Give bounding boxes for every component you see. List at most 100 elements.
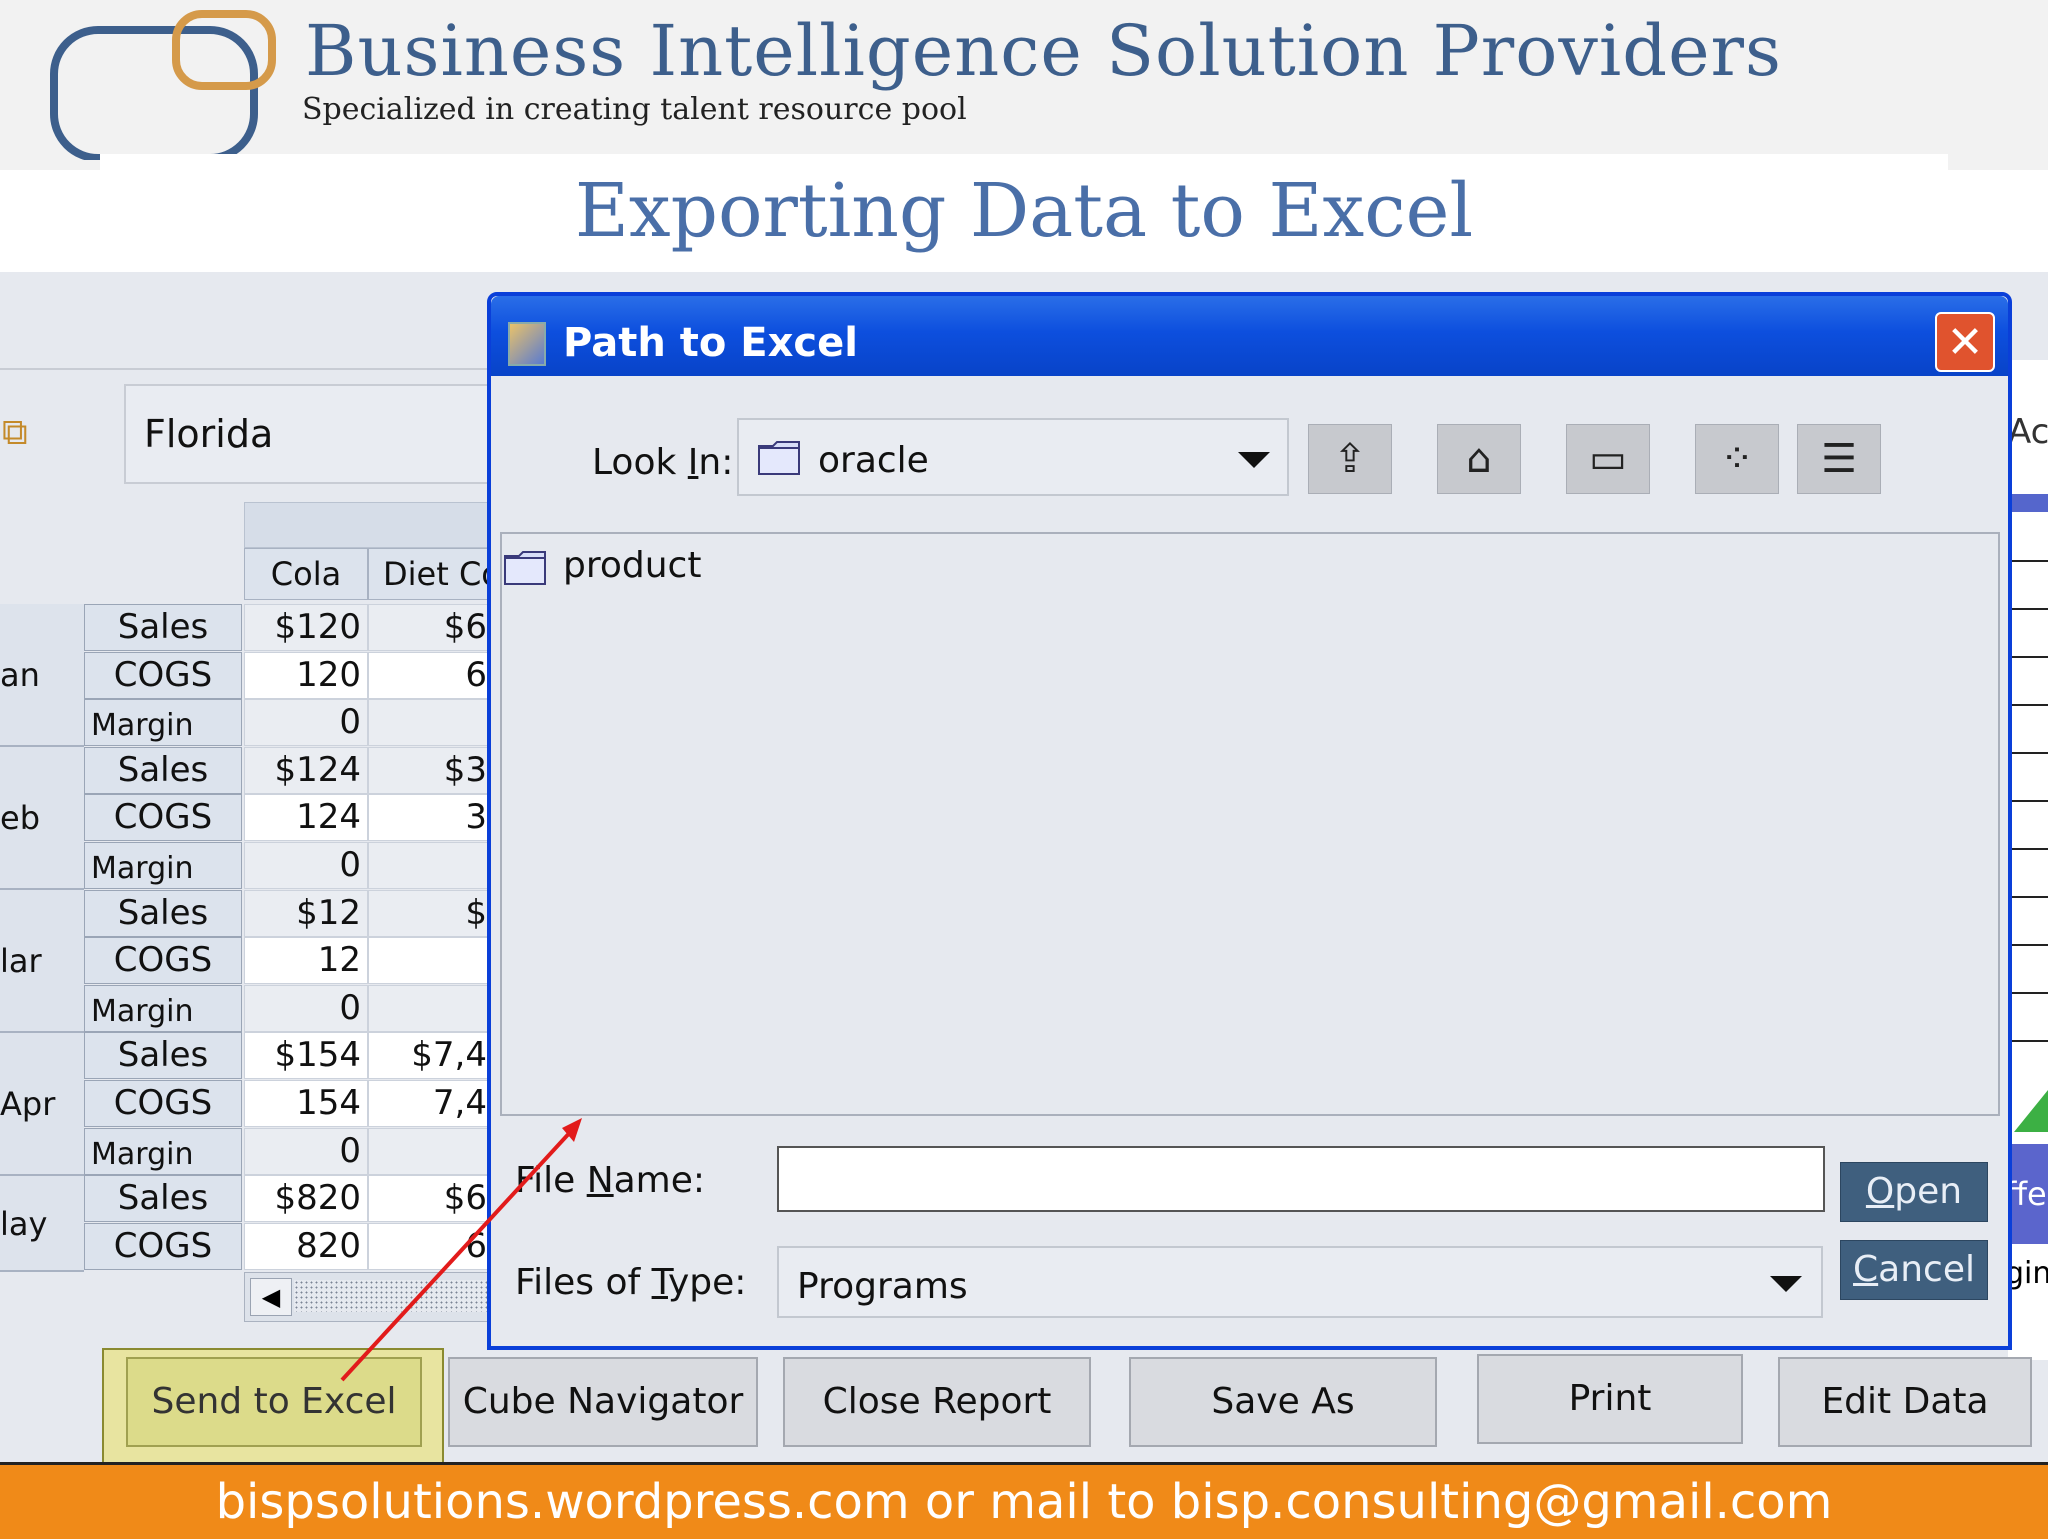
- cell-cola[interactable]: 12: [244, 937, 368, 984]
- cancel-mnemonic: C: [1853, 1249, 1879, 1290]
- adjacent-label-top: Ac: [2008, 412, 2048, 452]
- column-header-cola[interactable]: Cola: [244, 548, 368, 600]
- cell-cola[interactable]: 120: [244, 652, 368, 699]
- look-in-mnemonic: I: [687, 442, 699, 483]
- look-in-label-post: n:: [698, 442, 734, 483]
- files-of-type-label-post: ype:: [667, 1262, 747, 1303]
- measure-label[interactable]: Margin: [84, 1128, 242, 1175]
- cell-cola[interactable]: $124: [244, 747, 368, 794]
- close-report-button[interactable]: Close Report: [783, 1357, 1091, 1447]
- cancel-button[interactable]: Cancel: [1840, 1240, 1988, 1300]
- details-view-icon: ☰: [1821, 436, 1857, 482]
- measure-label[interactable]: Margin: [84, 699, 242, 746]
- look-in-value: oracle: [818, 440, 929, 481]
- measure-label[interactable]: COGS: [84, 794, 242, 841]
- list-view-icon: ⁘: [1720, 436, 1754, 482]
- cell-diet-cola[interactable]: 6: [368, 652, 494, 699]
- list-item[interactable]: product: [563, 545, 701, 586]
- adjacent-row-line: [2010, 992, 2048, 994]
- cell-diet-cola[interactable]: [368, 985, 494, 1032]
- measure-label[interactable]: Sales: [84, 604, 242, 651]
- month-label[interactable]: lay: [0, 1176, 84, 1272]
- measure-label[interactable]: COGS: [84, 1080, 242, 1127]
- file-list[interactable]: [500, 532, 2000, 1116]
- cell-diet-cola[interactable]: $7,4: [368, 1032, 494, 1079]
- measure-label[interactable]: Sales: [84, 1175, 242, 1222]
- adjacent-row-line: [2010, 848, 2048, 850]
- new-folder-icon: ▭: [1589, 436, 1627, 482]
- measure-label[interactable]: Sales: [84, 747, 242, 794]
- measure-label[interactable]: COGS: [84, 1223, 242, 1270]
- cell-cola[interactable]: $154: [244, 1032, 368, 1079]
- file-name-field[interactable]: [777, 1146, 1825, 1212]
- adjacent-row-line: [2010, 800, 2048, 802]
- file-name-label-post: ame:: [613, 1160, 706, 1201]
- chevron-down-icon[interactable]: [1770, 1276, 1802, 1292]
- measure-label[interactable]: Sales: [84, 890, 242, 937]
- cell-cola[interactable]: 124: [244, 794, 368, 841]
- slide-title: Exporting Data to Excel: [574, 168, 1474, 254]
- measure-label[interactable]: Margin: [84, 842, 242, 889]
- column-header-diet-cola[interactable]: Diet Co: [368, 548, 494, 600]
- grid-header-band: [244, 502, 496, 548]
- scroll-left-icon[interactable]: ◀: [250, 1278, 292, 1316]
- copy-icon[interactable]: ⧉: [2, 412, 44, 458]
- details-view-button[interactable]: ☰: [1797, 424, 1881, 494]
- close-button[interactable]: ✕: [1935, 312, 1995, 372]
- chevron-down-icon[interactable]: [1238, 452, 1270, 468]
- month-label[interactable]: an: [0, 604, 84, 747]
- files-of-type-value: Programs: [797, 1266, 968, 1307]
- up-folder-button[interactable]: ⇪: [1308, 424, 1392, 494]
- adjacent-indicator: [2014, 1090, 2048, 1132]
- adjacent-row-line: [2010, 1040, 2048, 1042]
- adjacent-row-line: [2010, 560, 2048, 562]
- cell-diet-cola[interactable]: [368, 699, 494, 746]
- print-button[interactable]: Print: [1477, 1354, 1743, 1444]
- files-of-type-mnemonic: T: [651, 1262, 668, 1303]
- cell-diet-cola[interactable]: 3: [368, 794, 494, 841]
- home-icon: ⌂: [1466, 436, 1492, 482]
- cell-cola[interactable]: 0: [244, 985, 368, 1032]
- cell-diet-cola[interactable]: $6: [368, 604, 494, 651]
- cell-cola[interactable]: 0: [244, 842, 368, 889]
- cell-diet-cola[interactable]: [368, 937, 494, 984]
- close-icon: ✕: [1946, 317, 1984, 368]
- cell-diet-cola[interactable]: $: [368, 890, 494, 937]
- measure-label[interactable]: Sales: [84, 1032, 242, 1079]
- cancel-label: ancel: [1878, 1249, 1975, 1290]
- open-button[interactable]: Open: [1840, 1162, 1988, 1222]
- adjacent-row-line: [2010, 944, 2048, 946]
- cell-diet-cola[interactable]: $3: [368, 747, 494, 794]
- month-label[interactable]: lar: [0, 890, 84, 1033]
- list-view-button[interactable]: ⁘: [1695, 424, 1779, 494]
- month-label[interactable]: eb: [0, 747, 84, 890]
- adjacent-row-line: [2010, 896, 2048, 898]
- measure-label[interactable]: COGS: [84, 652, 242, 699]
- edit-data-button[interactable]: Edit Data: [1778, 1357, 2032, 1447]
- file-name-mnemonic: N: [586, 1160, 614, 1201]
- cell-cola[interactable]: $120: [244, 604, 368, 651]
- save-as-button[interactable]: Save As: [1129, 1357, 1437, 1447]
- cell-cola[interactable]: 0: [244, 699, 368, 746]
- folder-icon: [758, 441, 800, 475]
- measure-label[interactable]: Margin: [84, 985, 242, 1032]
- measure-label[interactable]: COGS: [84, 937, 242, 984]
- new-folder-button[interactable]: ▭: [1566, 424, 1650, 494]
- up-folder-icon: ⇪: [1333, 436, 1367, 482]
- month-label[interactable]: Apr: [0, 1033, 84, 1176]
- annotation-arrow: [340, 1118, 582, 1382]
- adjacent-row-line: [2010, 704, 2048, 706]
- folder-icon: [504, 551, 546, 585]
- cell-cola[interactable]: $12: [244, 890, 368, 937]
- company-name: Business Intelligence Solution Providers: [305, 10, 1782, 92]
- home-button[interactable]: ⌂: [1437, 424, 1521, 494]
- app-icon: [508, 322, 546, 366]
- cell-diet-cola[interactable]: [368, 842, 494, 889]
- company-logo: [50, 10, 276, 160]
- open-label: pen: [1894, 1171, 1963, 1212]
- look-in-label: Look In:: [592, 442, 733, 483]
- open-mnemonic: O: [1865, 1171, 1895, 1212]
- adjacent-row-line: [2010, 656, 2048, 658]
- footer-contact: bispsolutions.wordpress.com or mail to b…: [215, 1474, 1833, 1530]
- pov-value: Florida: [144, 412, 274, 456]
